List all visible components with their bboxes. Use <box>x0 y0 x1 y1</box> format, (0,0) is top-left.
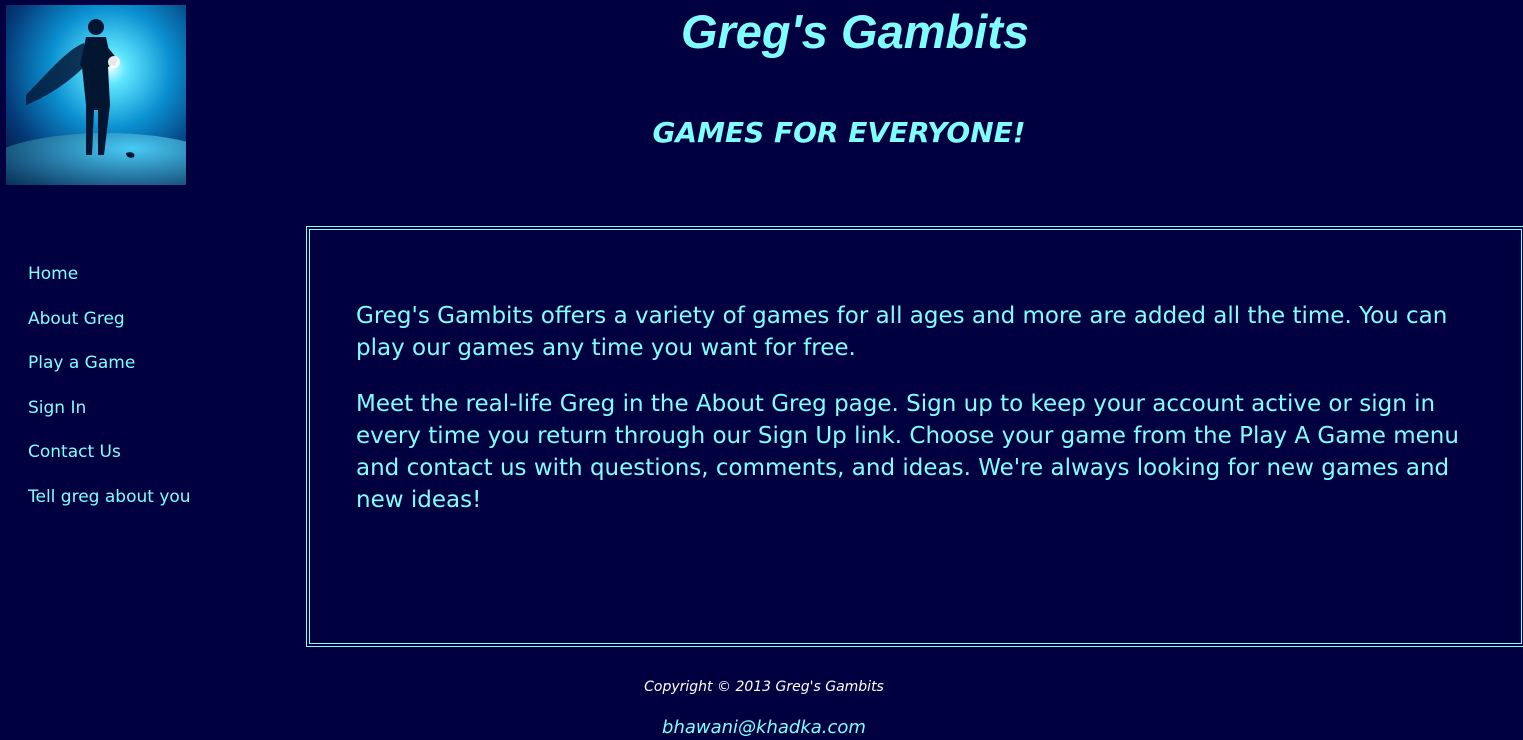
nav-item-tell-greg: Tell greg about you <box>28 486 191 531</box>
nav-link-about-greg[interactable]: About Greg <box>28 309 125 329</box>
nav-link-home[interactable]: Home <box>28 264 78 284</box>
nav-link-contact-us[interactable]: Contact Us <box>28 442 121 462</box>
nav-link-tell-greg[interactable]: Tell greg about you <box>28 487 191 507</box>
email-link[interactable]: bhawani@khadka.com <box>662 717 866 738</box>
info-paragraph: Meet the real-life Greg in the About Gre… <box>356 391 1459 513</box>
nav-link-sign-in[interactable]: Sign In <box>28 398 86 418</box>
nav-link-play-a-game[interactable]: Play a Game <box>28 353 135 373</box>
nav-item-sign-in: Sign In <box>28 397 191 442</box>
nav-item-home: Home <box>28 263 191 308</box>
main-nav: Home About Greg Play a Game Sign In Cont… <box>28 263 191 531</box>
site-title: Greg's Gambits <box>680 5 1030 58</box>
nav-item-play-a-game: Play a Game <box>28 352 191 397</box>
footer-email: bhawani@khadka.com <box>0 716 1523 740</box>
nav-item-contact-us: Contact Us <box>28 441 191 486</box>
copyright-text: Copyright © 2013 Greg's Gambits <box>644 679 884 695</box>
nav-item-about-greg: About Greg <box>28 308 191 353</box>
intro-paragraph: Greg's Gambits offers a variety of games… <box>356 303 1448 361</box>
tagline: GAMES FOR EVERYONE! <box>652 116 1026 149</box>
main-content-box: Greg's Gambits offers a variety of games… <box>306 226 1523 647</box>
